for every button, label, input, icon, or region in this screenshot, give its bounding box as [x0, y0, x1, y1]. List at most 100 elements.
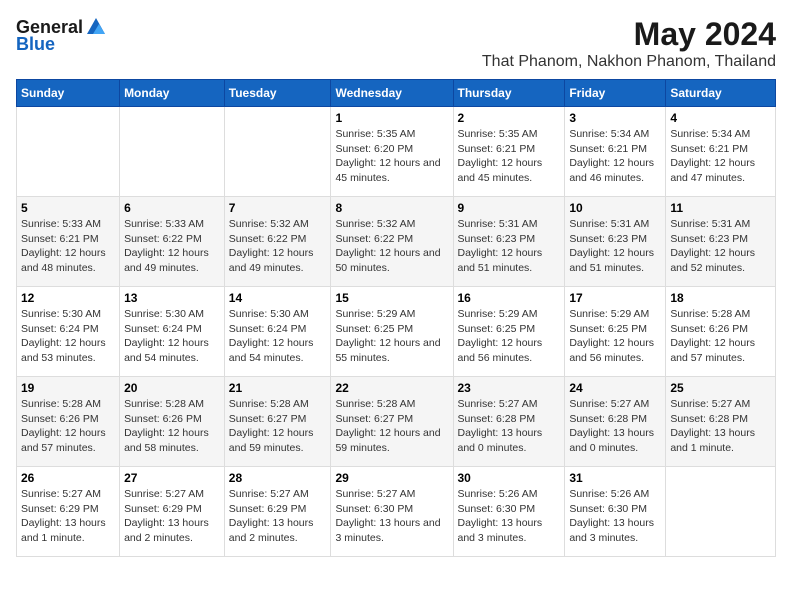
day-info: Sunrise: 5:28 AM Sunset: 6:27 PM Dayligh… [229, 397, 327, 456]
calendar-cell: 6Sunrise: 5:33 AM Sunset: 6:22 PM Daylig… [120, 197, 225, 287]
day-number: 6 [124, 201, 220, 215]
calendar-cell: 19 Sunrise: 5:28 AM Sunset: 6:26 PM Dayli… [17, 377, 120, 467]
calendar-week-row: 12 Sunrise: 5:30 AM Sunset: 6:24 PM Dayli… [17, 287, 776, 377]
calendar-cell [224, 107, 331, 197]
weekday-header-tuesday: Tuesday [224, 80, 331, 107]
day-info: Sunrise: 5:27 AM Sunset: 6:30 PM Dayligh… [335, 487, 448, 546]
day-info: Sunrise: 5:30 AM Sunset: 6:24 PM Dayligh… [229, 307, 327, 366]
weekday-header-saturday: Saturday [666, 80, 776, 107]
day-info: Sunrise: 5:28 AM Sunset: 6:27 PM Dayligh… [335, 397, 448, 456]
day-info: Sunrise: 5:35 AM Sunset: 6:21 PM Dayligh… [458, 127, 561, 186]
calendar-week-row: 19 Sunrise: 5:28 AM Sunset: 6:26 PM Dayli… [17, 377, 776, 467]
day-number: 7 [229, 201, 327, 215]
calendar-week-row: 5 Sunrise: 5:33 AM Sunset: 6:21 PM Daylig… [17, 197, 776, 287]
calendar-table: SundayMondayTuesdayWednesdayThursdayFrid… [16, 79, 776, 557]
calendar-cell: 21 Sunrise: 5:28 AM Sunset: 6:27 PM Dayli… [224, 377, 331, 467]
day-info: Sunrise: 5:31 AM Sunset: 6:23 PM Dayligh… [670, 217, 771, 276]
day-info: Sunrise: 5:26 AM Sunset: 6:30 PM Dayligh… [569, 487, 661, 546]
day-number: 22 [335, 381, 448, 395]
calendar-cell: 18Sunrise: 5:28 AM Sunset: 6:26 PM Dayli… [666, 287, 776, 377]
day-number: 26 [21, 471, 115, 485]
calendar-cell [17, 107, 120, 197]
page-header: General Blue May 2024 That Phanom, Nakho… [16, 16, 776, 71]
day-info: Sunrise: 5:27 AM Sunset: 6:29 PM Dayligh… [229, 487, 327, 546]
day-info: Sunrise: 5:26 AM Sunset: 6:30 PM Dayligh… [458, 487, 561, 546]
day-number: 16 [458, 291, 561, 305]
calendar-cell: 24 Sunrise: 5:27 AM Sunset: 6:28 PM Dayli… [565, 377, 666, 467]
day-number: 3 [569, 111, 661, 125]
day-number: 5 [21, 201, 115, 215]
day-number: 14 [229, 291, 327, 305]
calendar-cell [120, 107, 225, 197]
day-number: 25 [670, 381, 771, 395]
title-block: May 2024 That Phanom, Nakhon Phanom, Tha… [482, 16, 776, 71]
calendar-cell: 1Sunrise: 5:35 AM Sunset: 6:20 PM Daylig… [331, 107, 453, 197]
day-number: 19 [21, 381, 115, 395]
day-number: 17 [569, 291, 661, 305]
day-number: 27 [124, 471, 220, 485]
page-subtitle: That Phanom, Nakhon Phanom, Thailand [482, 53, 776, 71]
calendar-cell: 31 Sunrise: 5:26 AM Sunset: 6:30 PM Dayli… [565, 467, 666, 557]
page-title: May 2024 [482, 16, 776, 53]
day-info: Sunrise: 5:34 AM Sunset: 6:21 PM Dayligh… [569, 127, 661, 186]
day-number: 10 [569, 201, 661, 215]
calendar-cell: 15 Sunrise: 5:29 AM Sunset: 6:25 PM Dayli… [331, 287, 453, 377]
calendar-cell: 16Sunrise: 5:29 AM Sunset: 6:25 PM Dayli… [453, 287, 565, 377]
day-info: Sunrise: 5:33 AM Sunset: 6:21 PM Dayligh… [21, 217, 115, 276]
day-info: Sunrise: 5:28 AM Sunset: 6:26 PM Dayligh… [21, 397, 115, 456]
day-info: Sunrise: 5:28 AM Sunset: 6:26 PM Dayligh… [670, 307, 771, 366]
day-info: Sunrise: 5:30 AM Sunset: 6:24 PM Dayligh… [124, 307, 220, 366]
day-info: Sunrise: 5:31 AM Sunset: 6:23 PM Dayligh… [569, 217, 661, 276]
day-number: 20 [124, 381, 220, 395]
day-info: Sunrise: 5:35 AM Sunset: 6:20 PM Dayligh… [335, 127, 448, 186]
calendar-week-row: 26 Sunrise: 5:27 AM Sunset: 6:29 PM Dayli… [17, 467, 776, 557]
calendar-week-row: 1Sunrise: 5:35 AM Sunset: 6:20 PM Daylig… [17, 107, 776, 197]
day-number: 8 [335, 201, 448, 215]
day-number: 31 [569, 471, 661, 485]
day-info: Sunrise: 5:28 AM Sunset: 6:26 PM Dayligh… [124, 397, 220, 456]
calendar-cell: 27 Sunrise: 5:27 AM Sunset: 6:29 PM Dayli… [120, 467, 225, 557]
calendar-cell: 29 Sunrise: 5:27 AM Sunset: 6:30 PM Dayli… [331, 467, 453, 557]
day-number: 13 [124, 291, 220, 305]
day-info: Sunrise: 5:30 AM Sunset: 6:24 PM Dayligh… [21, 307, 115, 366]
day-info: Sunrise: 5:29 AM Sunset: 6:25 PM Dayligh… [335, 307, 448, 366]
calendar-cell: 22 Sunrise: 5:28 AM Sunset: 6:27 PM Dayli… [331, 377, 453, 467]
day-number: 29 [335, 471, 448, 485]
day-info: Sunrise: 5:27 AM Sunset: 6:29 PM Dayligh… [21, 487, 115, 546]
day-number: 4 [670, 111, 771, 125]
day-info: Sunrise: 5:27 AM Sunset: 6:29 PM Dayligh… [124, 487, 220, 546]
calendar-cell: 11Sunrise: 5:31 AM Sunset: 6:23 PM Dayli… [666, 197, 776, 287]
logo-icon [85, 16, 107, 38]
calendar-cell: 3 Sunrise: 5:34 AM Sunset: 6:21 PM Daylig… [565, 107, 666, 197]
day-number: 21 [229, 381, 327, 395]
calendar-cell: 20 Sunrise: 5:28 AM Sunset: 6:26 PM Dayli… [120, 377, 225, 467]
day-number: 23 [458, 381, 561, 395]
weekday-header-thursday: Thursday [453, 80, 565, 107]
calendar-cell: 4 Sunrise: 5:34 AM Sunset: 6:21 PM Daylig… [666, 107, 776, 197]
day-number: 2 [458, 111, 561, 125]
calendar-cell: 23 Sunrise: 5:27 AM Sunset: 6:28 PM Dayli… [453, 377, 565, 467]
logo: General Blue [16, 16, 107, 55]
weekday-header-row: SundayMondayTuesdayWednesdayThursdayFrid… [17, 80, 776, 107]
day-info: Sunrise: 5:32 AM Sunset: 6:22 PM Dayligh… [335, 217, 448, 276]
calendar-cell: 2 Sunrise: 5:35 AM Sunset: 6:21 PM Daylig… [453, 107, 565, 197]
day-info: Sunrise: 5:32 AM Sunset: 6:22 PM Dayligh… [229, 217, 327, 276]
weekday-header-sunday: Sunday [17, 80, 120, 107]
day-info: Sunrise: 5:27 AM Sunset: 6:28 PM Dayligh… [569, 397, 661, 456]
weekday-header-monday: Monday [120, 80, 225, 107]
day-number: 30 [458, 471, 561, 485]
day-number: 15 [335, 291, 448, 305]
day-info: Sunrise: 5:34 AM Sunset: 6:21 PM Dayligh… [670, 127, 771, 186]
calendar-cell: 8 Sunrise: 5:32 AM Sunset: 6:22 PM Daylig… [331, 197, 453, 287]
day-number: 9 [458, 201, 561, 215]
day-info: Sunrise: 5:29 AM Sunset: 6:25 PM Dayligh… [569, 307, 661, 366]
day-number: 24 [569, 381, 661, 395]
day-number: 28 [229, 471, 327, 485]
day-info: Sunrise: 5:27 AM Sunset: 6:28 PM Dayligh… [670, 397, 771, 456]
calendar-cell: 12 Sunrise: 5:30 AM Sunset: 6:24 PM Dayli… [17, 287, 120, 377]
calendar-cell: 7 Sunrise: 5:32 AM Sunset: 6:22 PM Daylig… [224, 197, 331, 287]
day-info: Sunrise: 5:27 AM Sunset: 6:28 PM Dayligh… [458, 397, 561, 456]
day-number: 12 [21, 291, 115, 305]
calendar-cell: 13 Sunrise: 5:30 AM Sunset: 6:24 PM Dayli… [120, 287, 225, 377]
calendar-cell: 14 Sunrise: 5:30 AM Sunset: 6:24 PM Dayli… [224, 287, 331, 377]
